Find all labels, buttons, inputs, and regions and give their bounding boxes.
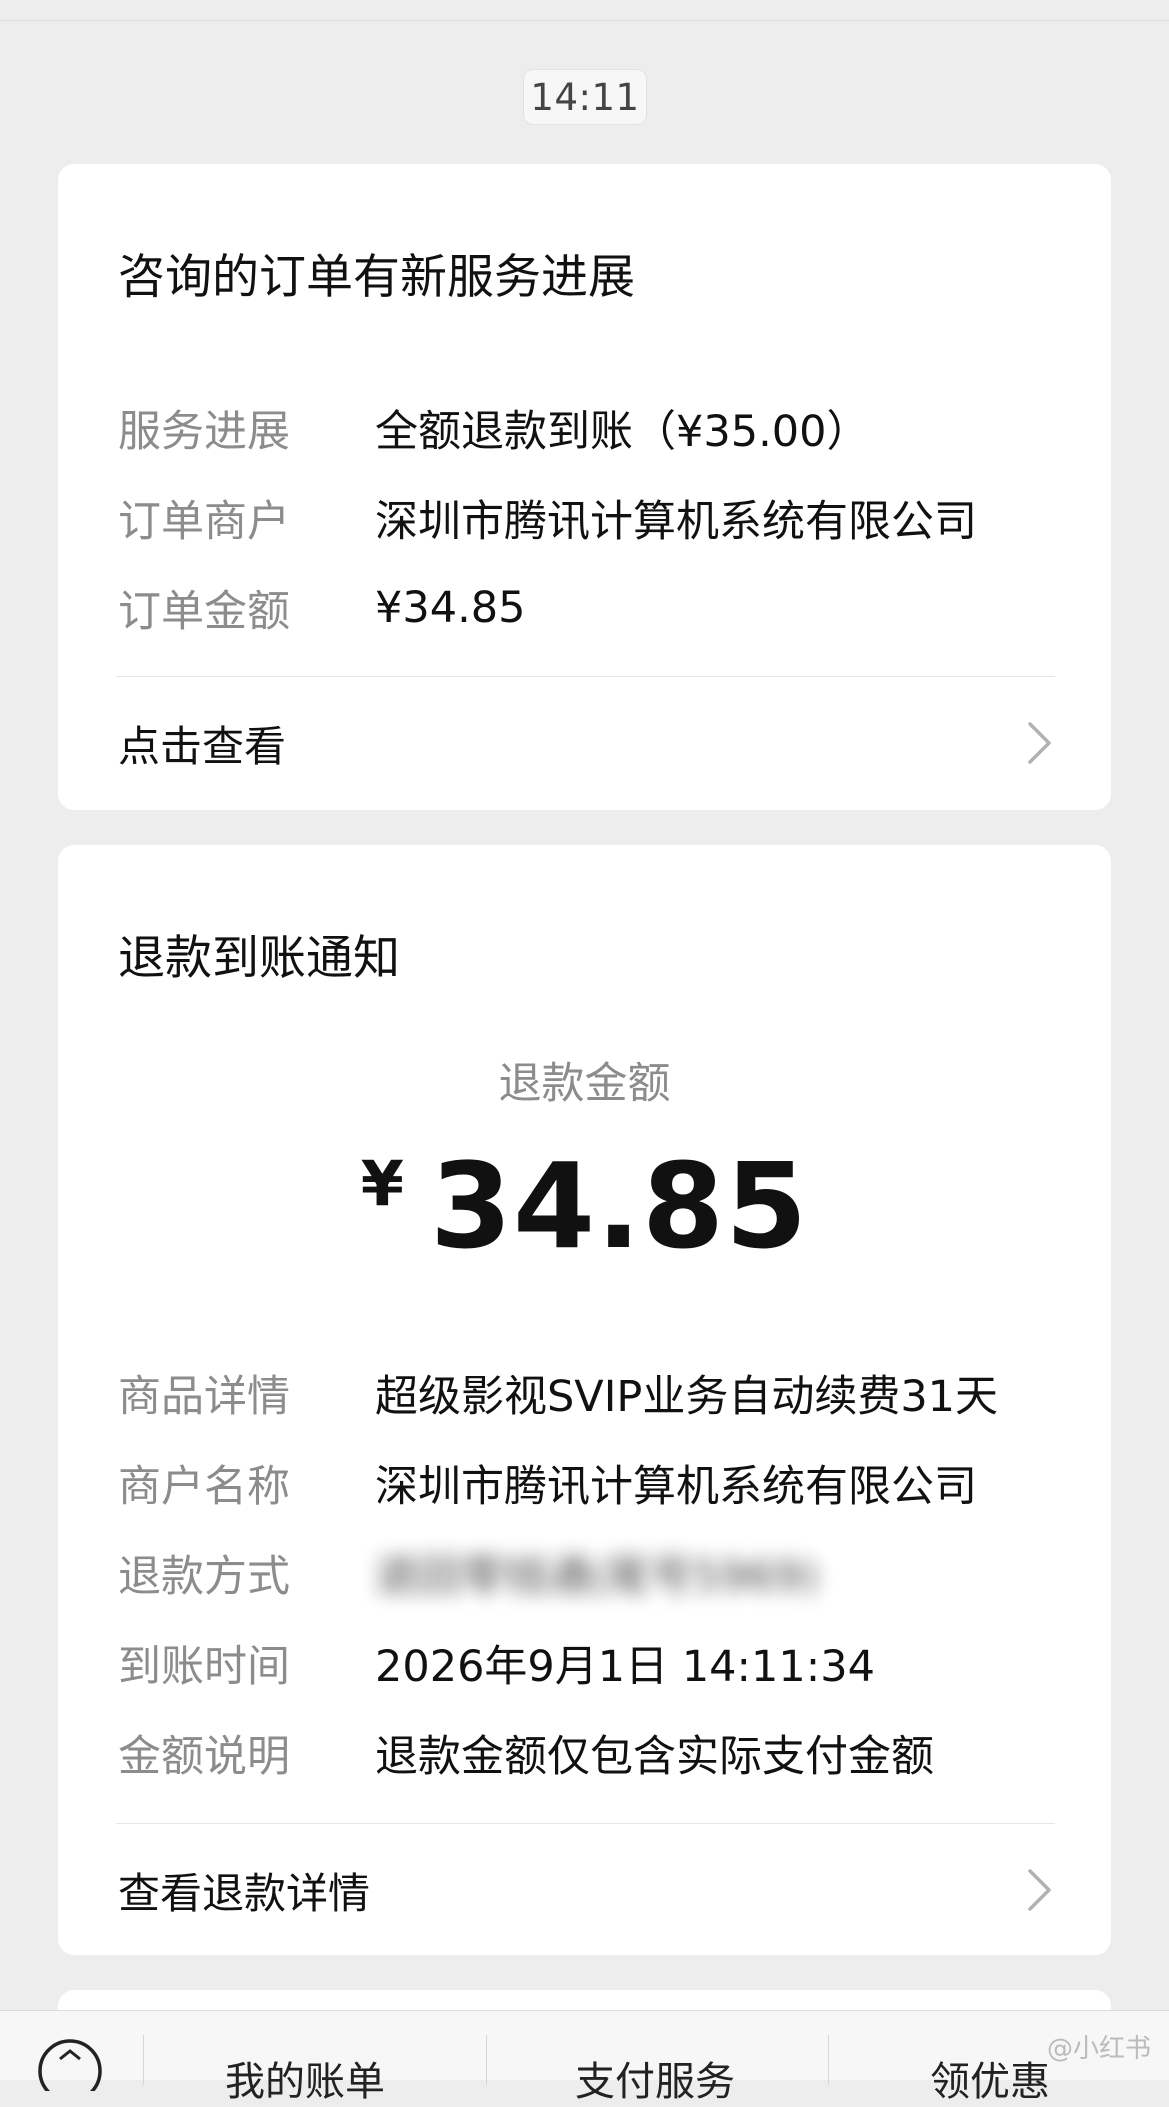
menu-payment-service[interactable]: 支付服务 [575,2049,735,2107]
menu-coupons[interactable]: 领优惠 [930,2049,1050,2107]
chevron-right-icon [1025,718,1055,768]
menu-separator [486,2035,487,2085]
refund-amount: ¥34.85 [58,1137,1111,1275]
top-divider [0,20,1169,21]
row-label: 退款方式 [118,1552,290,1602]
card-divider [116,676,1055,677]
row-value: 超级影视SVIP业务自动续费31天 [375,1372,999,1422]
row-label: 金额说明 [118,1732,290,1782]
refund-notification-card[interactable]: 退款到账通知 退款金额 ¥34.85 商品详情 超级影视SVIP业务自动续费31… [58,845,1111,1955]
amount-value: 34.85 [429,1137,809,1275]
row-label: 商户名称 [118,1462,290,1512]
view-refund-details-link[interactable]: 查看退款详情 [118,1855,1055,1925]
chevron-right-icon [1025,1865,1055,1915]
currency-symbol: ¥ [360,1147,404,1220]
view-refund-details-label: 查看退款详情 [118,1868,371,1918]
service-progress-card[interactable]: 咨询的订单有新服务进展 服务进展 全额退款到账（¥35.00） 订单商户 深圳市… [58,164,1111,810]
row-value-redacted: 退回零钱通(尾号5969) [375,1552,819,1602]
bottom-menu-bar: 我的账单 支付服务 领优惠 [0,2010,1169,2105]
row-value: 深圳市腾讯计算机系统有限公司 [375,497,977,547]
row-label: 到账时间 [118,1642,290,1692]
row-value: 退款金额仅包含实际支付金额 [375,1732,934,1782]
detail-row-refund-method: 退款方式 退回零钱通(尾号5969) [118,1543,1061,1603]
detail-row-merchant-name: 商户名称 深圳市腾讯计算机系统有限公司 [118,1453,1061,1513]
row-label: 商品详情 [118,1372,290,1422]
detail-row-service-progress: 服务进展 全额退款到账（¥35.00） [118,398,1061,458]
menu-my-bills[interactable]: 我的账单 [225,2049,385,2107]
row-value: ¥34.85 [375,583,526,633]
row-value: 全额退款到账（¥35.00） [375,407,870,457]
row-label: 服务进展 [118,407,290,457]
view-order-label: 点击查看 [118,721,287,771]
chat-timestamp: 14:11 [523,69,647,125]
detail-row-amount-note: 金额说明 退款金额仅包含实际支付金额 [118,1723,1061,1783]
menu-separator [828,2035,829,2085]
refund-amount-label: 退款金额 [498,1059,671,1109]
menu-separator [143,2035,144,2085]
detail-row-product: 商品详情 超级影视SVIP业务自动续费31天 [118,1363,1061,1423]
card-title: 退款到账通知 [118,931,400,986]
keyboard-icon[interactable] [30,2031,110,2103]
row-label: 订单商户 [118,497,290,547]
detail-row-arrival-time: 到账时间 2026年9月1日 14:11:34 [118,1633,1061,1693]
row-value: 2026年9月1日 14:11:34 [375,1642,875,1692]
card-divider [116,1823,1055,1824]
detail-row-order-amount: 订单金额 ¥34.85 [118,578,1061,638]
detail-row-merchant: 订单商户 深圳市腾讯计算机系统有限公司 [118,488,1061,548]
view-order-link[interactable]: 点击查看 [118,708,1055,778]
row-label: 订单金额 [118,587,290,637]
card-title: 咨询的订单有新服务进展 [118,250,635,305]
row-value: 深圳市腾讯计算机系统有限公司 [375,1462,977,1512]
watermark: @小红书 [1046,2034,1151,2064]
